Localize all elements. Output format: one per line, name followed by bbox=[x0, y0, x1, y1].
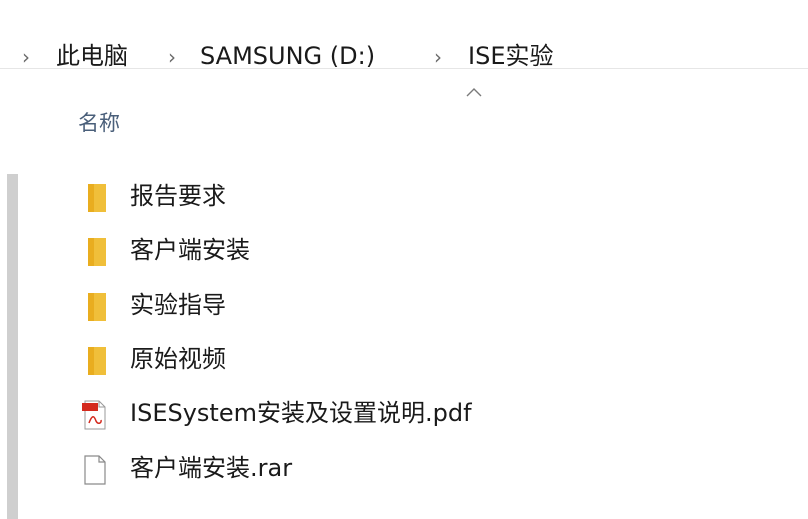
sort-ascending-icon[interactable] bbox=[465, 86, 483, 98]
window-top-strip bbox=[0, 0, 808, 14]
column-header-name[interactable]: 名称 bbox=[78, 109, 120, 137]
breadcrumb-expand-chevron[interactable]: › bbox=[22, 44, 30, 70]
folder-icon bbox=[88, 238, 106, 266]
breadcrumb-this-pc[interactable]: 此电脑 bbox=[56, 41, 128, 71]
pdf-file-icon bbox=[82, 400, 106, 430]
list-item[interactable]: 客户端安装.rar bbox=[70, 446, 770, 490]
file-name: 实验指导 bbox=[130, 291, 226, 319]
list-item[interactable]: 客户端安装 bbox=[70, 228, 770, 272]
file-name: 客户端安装 bbox=[130, 236, 250, 264]
breadcrumb-separator[interactable]: › bbox=[168, 44, 176, 70]
folder-icon bbox=[88, 293, 106, 321]
file-name: ISESystem安装及设置说明.pdf bbox=[130, 399, 472, 427]
file-name: 原始视频 bbox=[130, 345, 226, 373]
file-name: 报告要求 bbox=[130, 182, 226, 210]
generic-file-icon bbox=[84, 455, 106, 485]
address-bar[interactable]: › 此电脑 › SAMSUNG (D:) › ISE实验 bbox=[0, 14, 808, 71]
list-item[interactable]: ISESystem安装及设置说明.pdf bbox=[70, 391, 770, 435]
list-item[interactable]: 实验指导 bbox=[70, 283, 770, 327]
breadcrumb-ise-folder[interactable]: ISE实验 bbox=[468, 41, 553, 71]
folder-icon bbox=[88, 184, 106, 212]
nav-pane-scrollbar[interactable] bbox=[7, 174, 18, 519]
breadcrumb-samsung-drive[interactable]: SAMSUNG (D:) bbox=[200, 41, 375, 71]
file-name: 客户端安装.rar bbox=[130, 454, 293, 482]
list-item[interactable]: 报告要求 bbox=[70, 174, 770, 218]
breadcrumb-separator[interactable]: › bbox=[434, 44, 442, 70]
list-item[interactable]: 原始视频 bbox=[70, 337, 770, 381]
folder-icon bbox=[88, 347, 106, 375]
